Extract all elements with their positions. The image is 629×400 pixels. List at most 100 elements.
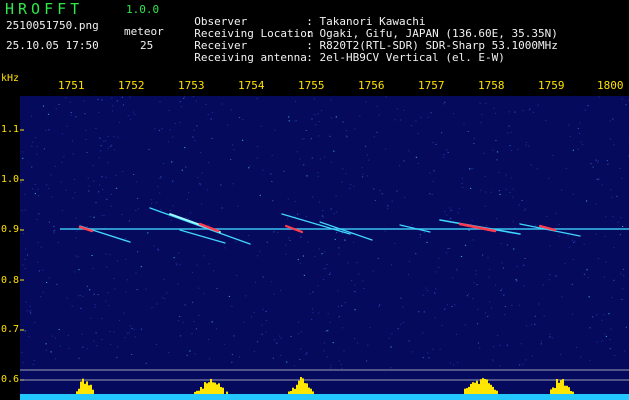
level-bar-base (568, 394, 570, 400)
noise-dot (394, 243, 396, 244)
noise-dot (549, 333, 551, 335)
noise-dot (232, 183, 234, 185)
noise-dot (350, 183, 352, 185)
noise-dot (368, 159, 370, 161)
noise-dot (621, 177, 623, 179)
y-tick-label: 0.8 (1, 275, 20, 286)
noise-dot (322, 210, 324, 212)
noise-dot (610, 328, 612, 330)
noise-dot (423, 232, 426, 233)
noise-dot (485, 225, 487, 227)
noise-dot (51, 335, 53, 337)
noise-dot (231, 361, 233, 363)
noise-dot (464, 324, 466, 326)
level-bar-base (198, 394, 200, 400)
level-bar (222, 387, 224, 394)
level-bar (496, 390, 498, 394)
noise-dot (577, 127, 579, 129)
noise-dot (100, 150, 102, 152)
noise-dot (184, 147, 186, 149)
noise-dot (376, 105, 378, 107)
level-bar (194, 391, 196, 394)
level-bar-base (588, 394, 590, 400)
level-bar-base (250, 394, 252, 400)
noise-dot (330, 99, 332, 101)
noise-dot (20, 181, 22, 183)
noise-dot (107, 292, 109, 294)
level-bar-base (170, 394, 172, 400)
level-bar-base (84, 394, 86, 400)
noise-dot (111, 110, 114, 112)
noise-dot (242, 119, 244, 120)
noise-dot (45, 343, 47, 345)
level-bar-base (498, 394, 500, 400)
noise-dot (164, 298, 166, 300)
noise-dot (373, 188, 375, 190)
level-bar (200, 387, 202, 394)
noise-dot (38, 270, 40, 272)
level-bar-base (110, 394, 112, 400)
info-antenna: Receiving antenna: 2el-HB9CV Vertical (e… (181, 40, 505, 64)
noise-dot (452, 277, 454, 279)
noise-dot (479, 347, 481, 349)
level-bar-base (580, 394, 582, 400)
noise-dot (71, 140, 73, 142)
noise-dot (270, 173, 272, 175)
noise-dot (506, 244, 509, 246)
noise-dot (223, 343, 225, 345)
level-bar-base (334, 394, 336, 400)
noise-dot (511, 304, 513, 306)
noise-dot (29, 311, 31, 313)
noise-dot (451, 306, 453, 307)
level-bar-base (152, 394, 154, 400)
level-bar (206, 383, 208, 394)
level-bar-base (290, 394, 292, 400)
noise-dot (457, 212, 459, 214)
noise-dot (265, 310, 267, 312)
noise-dot (311, 308, 313, 310)
level-bar-base (282, 394, 284, 400)
noise-dot (449, 362, 451, 364)
noise-dot (287, 198, 289, 200)
level-bar-base (268, 394, 270, 400)
level-bar (92, 389, 94, 394)
noise-dot (373, 136, 375, 138)
level-bar-base (406, 394, 408, 400)
noise-dot (211, 137, 213, 139)
noise-dot (305, 215, 307, 217)
noise-dot (97, 191, 100, 193)
noise-dot (286, 361, 288, 363)
level-bar-base (564, 394, 566, 400)
level-bar-base (442, 394, 444, 400)
noise-dot (154, 128, 156, 130)
capture-filename: 2510051750.png (6, 19, 99, 32)
noise-dot (43, 148, 45, 150)
level-bar-base (44, 394, 46, 400)
noise-dot (271, 281, 273, 283)
noise-dot (449, 207, 451, 209)
noise-dot (233, 335, 235, 337)
noise-dot (549, 336, 551, 338)
noise-dot (446, 304, 448, 306)
noise-dot (418, 311, 420, 313)
level-bar-base (20, 394, 22, 400)
noise-dot (57, 242, 59, 243)
noise-dot (396, 108, 398, 110)
noise-dot (577, 148, 579, 150)
noise-dot (452, 364, 455, 366)
noise-dot (314, 114, 316, 116)
noise-dot (42, 105, 45, 107)
noise-dot (471, 220, 473, 222)
level-bar-base (214, 394, 216, 400)
level-bar-base (122, 394, 124, 400)
level-bar-base (102, 394, 104, 400)
level-bar-base (562, 394, 564, 400)
level-bar-base (402, 394, 404, 400)
level-bar-base (320, 394, 322, 400)
level-bar-base (218, 394, 220, 400)
noise-dot (46, 282, 48, 283)
noise-dot (174, 123, 176, 124)
noise-dot (399, 165, 401, 167)
noise-dot (58, 103, 60, 105)
level-bar (302, 378, 304, 394)
